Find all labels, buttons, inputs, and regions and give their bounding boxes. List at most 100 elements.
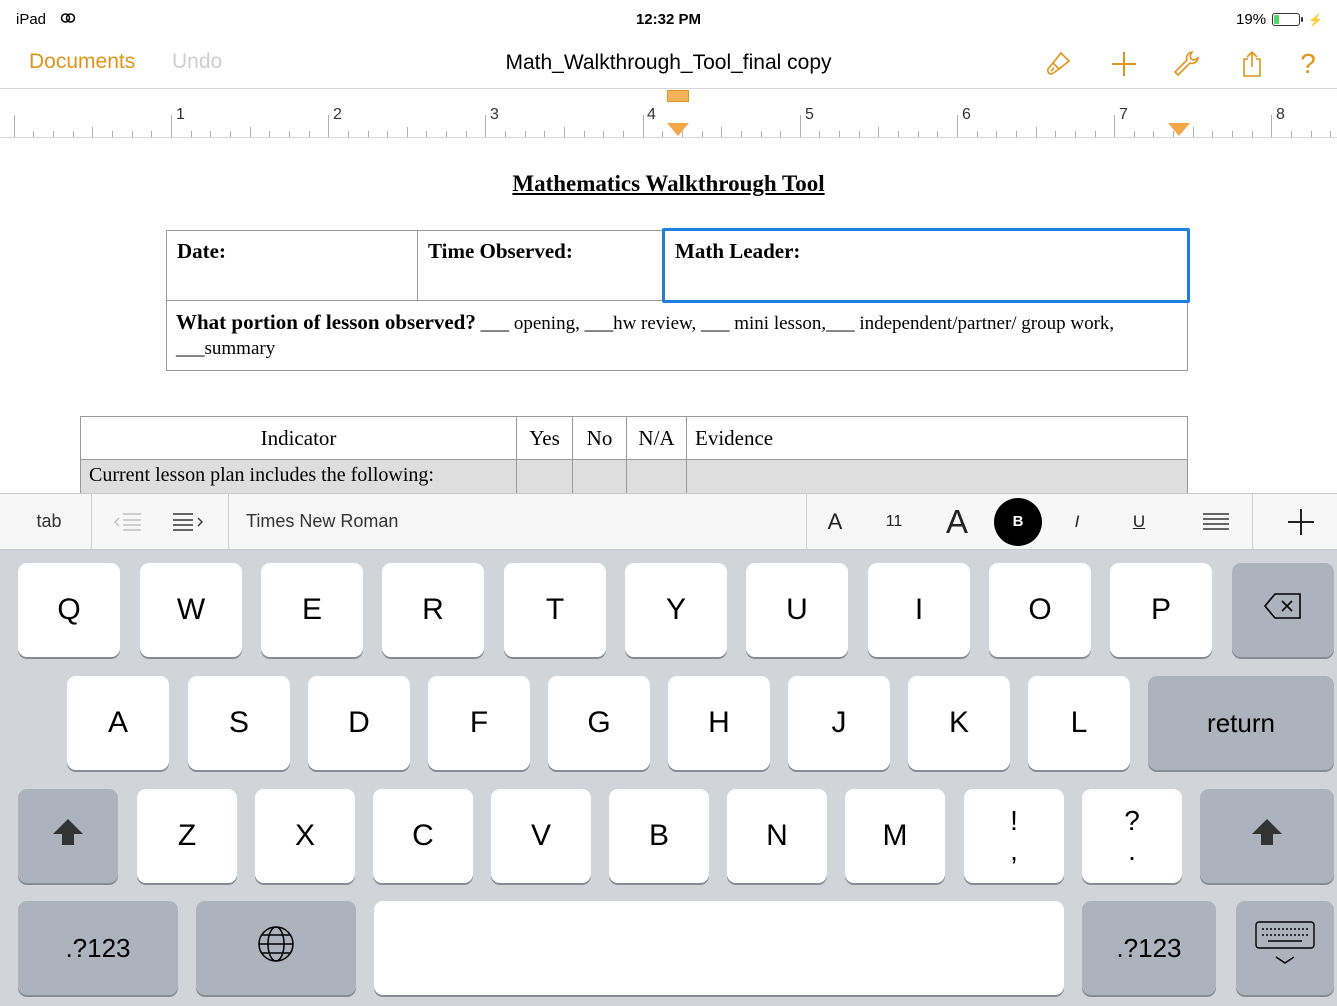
ruler-tick — [446, 131, 447, 137]
dismiss-keyboard-key[interactable] — [1236, 901, 1334, 995]
tab-button[interactable]: tab — [22, 494, 76, 549]
evidence-header[interactable]: Evidence — [686, 416, 1188, 460]
key-r[interactable]: R — [382, 563, 484, 657]
key-j[interactable]: J — [788, 676, 890, 770]
increase-font-size-button[interactable]: A — [936, 494, 978, 549]
key-k[interactable]: K — [908, 676, 1010, 770]
ruler-tick — [1291, 131, 1292, 137]
space-bar[interactable] — [374, 901, 1064, 995]
date-cell[interactable]: Date: — [166, 230, 418, 301]
yes-header[interactable]: Yes — [516, 416, 573, 460]
ruler-tick — [662, 131, 663, 137]
key-l[interactable]: L — [1028, 676, 1130, 770]
no-header[interactable]: No — [572, 416, 627, 460]
key-o[interactable]: O — [989, 563, 1091, 657]
ruler-tick — [1232, 131, 1233, 137]
ruler-tick — [800, 115, 801, 137]
ruler-tick — [14, 115, 15, 137]
time-observed-cell[interactable]: Time Observed: — [417, 230, 665, 301]
ruler-tick — [348, 131, 349, 137]
numbers-key-right[interactable]: .?123 — [1082, 901, 1216, 995]
key-h[interactable]: H — [668, 676, 770, 770]
date-label: Date: — [177, 239, 226, 263]
key-x[interactable]: X — [255, 789, 355, 883]
indicator-header[interactable]: Indicator — [80, 416, 517, 460]
key-n[interactable]: N — [727, 789, 827, 883]
key-c[interactable]: C — [373, 789, 473, 883]
insert-plus-icon[interactable] — [1280, 494, 1322, 549]
key-exclaim-comma[interactable]: ! , — [964, 789, 1064, 883]
key-symbol-top: ! — [1010, 805, 1018, 836]
indicator-cell[interactable]: Current lesson plan includes the followi… — [80, 459, 517, 493]
align-left-icon[interactable] — [1196, 494, 1236, 549]
math-leader-cell[interactable]: Math Leader: — [662, 228, 1190, 303]
key-u[interactable]: U — [746, 563, 848, 657]
italic-button[interactable]: I — [1062, 494, 1092, 549]
document-canvas[interactable]: Mathematics Walkthrough Tool Date: Time … — [0, 138, 1337, 493]
increase-indent-icon[interactable] — [166, 494, 210, 549]
shift-key-right[interactable] — [1200, 789, 1334, 883]
help-icon[interactable]: ? — [1290, 46, 1326, 82]
key-s[interactable]: S — [188, 676, 290, 770]
ruler-tick — [1075, 131, 1076, 137]
decrease-indent-icon[interactable] — [108, 494, 148, 549]
key-d[interactable]: D — [308, 676, 410, 770]
status-bar: iPad 12:32 PM 19% ⚡ — [0, 0, 1337, 40]
key-t[interactable]: T — [504, 563, 606, 657]
time-observed-label: Time Observed: — [428, 239, 573, 263]
shift-key-left[interactable] — [18, 789, 118, 883]
ruler-tick — [92, 127, 93, 137]
key-a[interactable]: A — [67, 676, 169, 770]
ruler-tick — [564, 127, 565, 137]
share-icon[interactable] — [1234, 46, 1270, 82]
key-p[interactable]: P — [1110, 563, 1212, 657]
keyboard-hide-icon — [1254, 920, 1316, 976]
key-e[interactable]: E — [261, 563, 363, 657]
ruler-tick — [780, 131, 781, 137]
header-table: Date: Time Observed: Math Leader: What p… — [166, 228, 1190, 371]
key-g[interactable]: G — [548, 676, 650, 770]
plus-icon[interactable] — [1106, 46, 1142, 82]
key-w[interactable]: W — [140, 563, 242, 657]
underline-button[interactable]: U — [1124, 494, 1154, 549]
key-question-period[interactable]: ? . — [1082, 789, 1182, 883]
return-key[interactable]: return — [1148, 676, 1334, 770]
first-line-indent-marker[interactable] — [667, 90, 689, 102]
no-cell[interactable] — [572, 459, 627, 493]
ruler-tick — [407, 127, 408, 137]
right-indent-marker[interactable] — [1168, 123, 1190, 136]
key-i[interactable]: I — [868, 563, 970, 657]
ruler-tick — [584, 131, 585, 137]
na-cell[interactable] — [626, 459, 687, 493]
evidence-cell[interactable] — [686, 459, 1188, 493]
decrease-font-size-button[interactable]: A — [820, 494, 850, 549]
ruler-tick — [466, 131, 467, 137]
delete-icon — [1263, 592, 1303, 628]
key-v[interactable]: V — [491, 789, 591, 883]
ruler-tick — [819, 131, 820, 137]
key-b[interactable]: B — [609, 789, 709, 883]
ruler-tick — [230, 131, 231, 137]
paintbrush-icon[interactable] — [1040, 46, 1076, 82]
key-m[interactable]: M — [845, 789, 945, 883]
key-y[interactable]: Y — [625, 563, 727, 657]
key-z[interactable]: Z — [137, 789, 237, 883]
ruler[interactable]: 1 2 3 4 5 6 7 8 — [0, 88, 1337, 138]
key-q[interactable]: Q — [18, 563, 120, 657]
font-name-button[interactable]: Times New Roman — [246, 494, 398, 549]
ruler-tick — [918, 131, 919, 137]
document-heading: Mathematics Walkthrough Tool — [512, 171, 825, 196]
font-size-value[interactable]: 11 — [876, 494, 912, 549]
bold-button[interactable]: B — [994, 494, 1042, 549]
shift-icon — [1250, 817, 1284, 855]
key-f[interactable]: F — [428, 676, 530, 770]
na-header[interactable]: N/A — [626, 416, 687, 460]
wrench-icon[interactable] — [1168, 46, 1204, 82]
lesson-portion-cell[interactable]: What portion of lesson observed? ___ ope… — [166, 300, 1188, 371]
globe-key[interactable] — [196, 901, 356, 995]
yes-cell[interactable] — [516, 459, 573, 493]
backspace-key[interactable] — [1232, 563, 1334, 657]
numbers-key-left[interactable]: .?123 — [18, 901, 178, 995]
left-indent-marker[interactable] — [667, 123, 689, 136]
ruler-tick — [505, 131, 506, 137]
